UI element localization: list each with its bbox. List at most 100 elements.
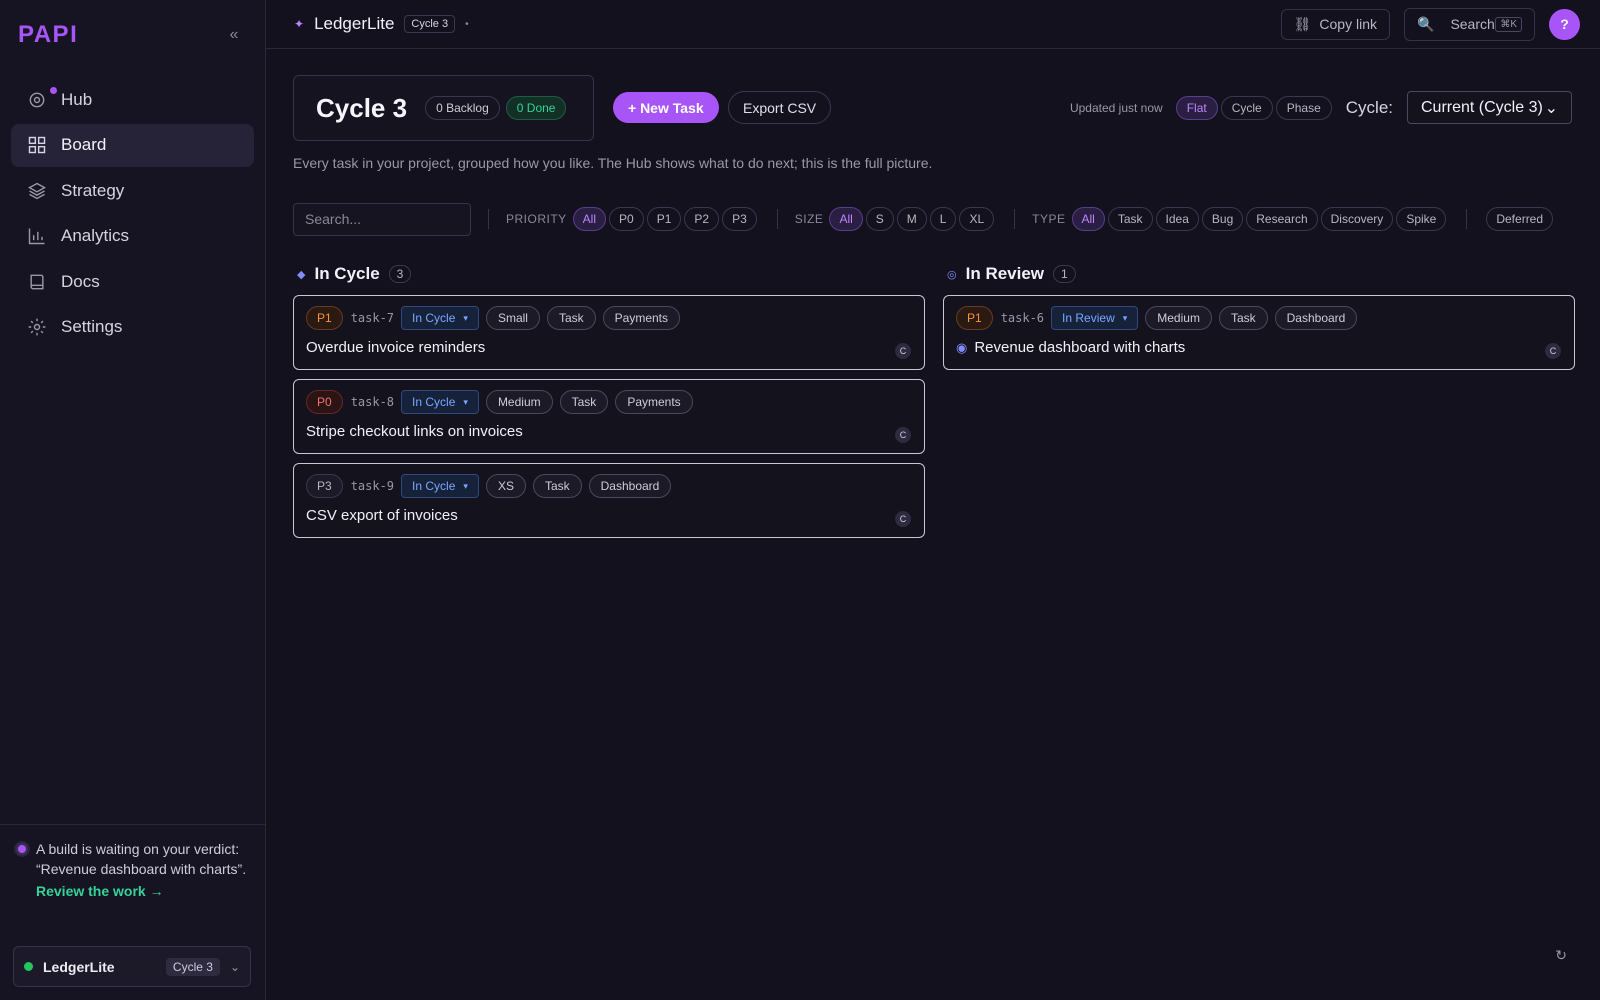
task-id: task-9 [350,479,395,493]
priority-filter-p3[interactable]: P3 [722,207,757,231]
column-count: 3 [388,265,412,283]
refresh-icon[interactable]: ↻ [1555,947,1567,964]
task-card[interactable]: P1 task-6 In Review ▾ Medium Task Dashboa… [943,295,1575,370]
sidebar-item-label: Hub [61,89,93,109]
size-tag: Small [485,306,540,330]
assignee-avatar: C [1545,343,1561,359]
size-tag: Medium [485,390,553,414]
area-tag: Payments [602,306,680,330]
notification-dot [50,87,57,94]
type-filter-bug[interactable]: Bug [1201,207,1244,231]
status-dropdown[interactable]: In Cycle ▾ [401,474,479,498]
size-filter-s[interactable]: S [865,207,894,231]
project-status-dot [24,962,33,971]
app-logo[interactable]: PAPI [18,21,78,49]
task-title: CSV export of invoices [306,507,458,524]
search-label: Search [1450,16,1495,32]
task-id: task-7 [350,311,395,325]
search-input[interactable] [293,202,471,236]
priority-badge: P3 [306,474,343,498]
divider [488,209,489,229]
type-tag: Task [546,306,596,330]
board-header: Cycle 3 0 Backlog 0 Done + New Task Expo… [293,75,1572,141]
cycle-select-value: Current (Cycle 3) [1421,98,1543,116]
board-icon [27,135,47,155]
deferred-toggle[interactable]: Deferred [1486,207,1554,231]
cycle-select[interactable]: Current (Cycle 3) ⌄ [1407,91,1572,124]
assignee-avatar: C [895,427,911,443]
task-id: task-8 [350,395,395,409]
priority-filter-p1[interactable]: P1 [646,207,682,231]
book-icon [27,272,47,292]
column-in-cycle: ◆ In Cycle 3 P1 task-7 In Cycle ▾ Small T… [293,262,925,547]
sidebar-item-hub[interactable]: Hub [11,78,254,121]
priority-filter-p0[interactable]: P0 [609,207,644,231]
sidebar-item-strategy[interactable]: Strategy [11,169,254,212]
size-filter-l[interactable]: L [929,207,957,231]
column-title: In Cycle [314,264,380,283]
priority-badge: P0 [306,390,343,414]
settings-icon [27,317,47,337]
shortcut-hint: ⌘K [1495,16,1522,32]
main-content: ✦ LedgerLite Cycle 3 • ⛓ Copy link 🔍 Sea… [266,0,1600,1000]
chevron-down-icon: ⌄ [1544,99,1558,117]
view-flat[interactable]: Flat [1175,95,1218,120]
page-title: Cycle 3 [316,92,408,123]
type-filter-label: TYPE [1032,212,1066,226]
sidebar-item-board[interactable]: Board [11,123,254,167]
new-task-button[interactable]: + New Task [613,92,719,123]
global-search-button[interactable]: 🔍 Search ⌘K [1404,7,1535,41]
size-filter-label: SIZE [794,212,824,226]
task-card[interactable]: P1 task-7 In Cycle ▾ Small Task Payments … [293,295,925,370]
verdict-text: A build is waiting on your verdict: “Rev… [36,841,247,877]
backlog-count-badge: 0 Backlog [425,96,500,120]
top-bar: ✦ LedgerLite Cycle 3 • ⛓ Copy link 🔍 Sea… [266,0,1600,49]
cycle-select-label: Cycle: [1345,97,1393,117]
status-dropdown[interactable]: In Cycle ▾ [401,390,479,414]
chevron-down-icon: ▾ [1122,312,1128,323]
status-label: In Cycle [412,311,456,325]
size-filter-m[interactable]: M [896,207,927,231]
copy-link-button[interactable]: ⛓ Copy link [1280,8,1390,40]
sidebar-item-label: Strategy [61,180,125,200]
page-description: Every task in your project, grouped how … [293,155,933,171]
project-switcher[interactable]: LedgerLite Cycle 3 ⌄ [13,946,251,987]
priority-filter-p2[interactable]: P2 [684,207,720,231]
view-phase[interactable]: Phase [1275,95,1332,120]
status-dropdown[interactable]: In Cycle ▾ [401,306,479,330]
status-label: In Cycle [412,395,456,409]
sidebar: PAPI « Hub Board Strategy Analytics Docs… [0,0,266,1000]
priority-filter-label: PRIORITY [506,212,567,226]
review-work-link[interactable]: Review the work → [36,883,249,899]
assignee-avatar: C [895,511,911,527]
divider [1014,209,1016,229]
priority-filter-all[interactable]: All [572,207,607,231]
divider [776,209,778,229]
sidebar-item-label: Analytics [61,226,130,245]
collapse-sidebar-icon[interactable]: « [225,26,243,44]
separator-dot: • [465,18,469,30]
type-filter-idea[interactable]: Idea [1155,207,1199,231]
sidebar-item-docs[interactable]: Docs [11,260,254,303]
task-title: Stripe checkout links on invoices [306,423,523,440]
verdict-banner: A build is waiting on your verdict: “Rev… [0,824,265,899]
size-filter-xl[interactable]: XL [959,207,995,231]
task-card[interactable]: P0 task-8 In Cycle ▾ Medium Task Payments… [293,379,925,454]
sidebar-item-settings[interactable]: Settings [11,306,254,349]
type-filter-discovery[interactable]: Discovery [1320,207,1394,231]
task-card[interactable]: P3 task-9 In Cycle ▾ XS Task Dashboard CS… [293,463,925,538]
help-button[interactable]: ? [1549,8,1580,40]
type-filter-spike[interactable]: Spike [1396,207,1447,231]
size-filter-all[interactable]: All [829,207,863,231]
sidebar-nav: Hub Board Strategy Analytics Docs Settin… [0,70,265,359]
divider [1466,209,1468,229]
export-csv-button[interactable]: Export CSV [728,91,832,124]
status-dropdown[interactable]: In Review ▾ [1051,306,1139,330]
type-filter-research[interactable]: Research [1246,207,1318,231]
type-filter-all[interactable]: All [1071,207,1105,231]
area-tag: Dashboard [588,474,672,498]
sidebar-item-analytics[interactable]: Analytics [11,215,254,258]
type-filter-task[interactable]: Task [1107,207,1153,231]
task-id: task-6 [1000,311,1045,325]
view-cycle[interactable]: Cycle [1220,95,1273,120]
